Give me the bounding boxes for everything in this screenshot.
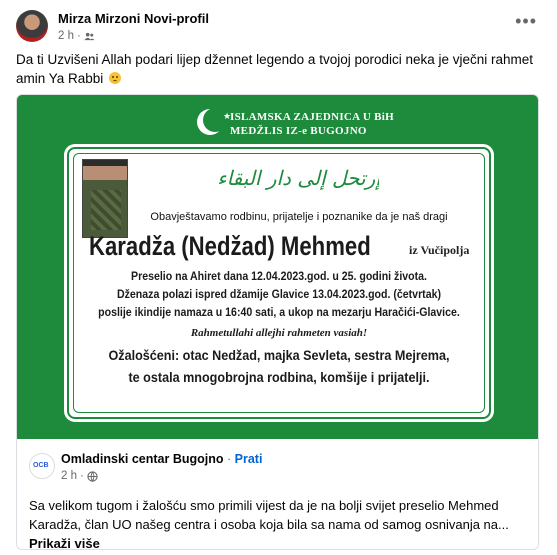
author-name[interactable]: Mirza Mirzoni Novi-profil: [58, 11, 209, 26]
arabic-text: إرتحل إلى دار البقاء: [219, 166, 379, 190]
author-avatar[interactable]: [16, 10, 48, 42]
separator: ·: [223, 452, 235, 466]
arabic-calligraphy: إرتحل إلى دار البقاء: [219, 166, 379, 190]
sad-face-emoji: [109, 72, 122, 84]
organization-line-2: MEDŽLIS IZ-e BUGOJNO: [230, 125, 367, 137]
shared-post-meta: 2 h ·: [61, 470, 98, 482]
obituary-image[interactable]: ★ ISLAMSKA ZAJEDNICA U BiH MEDŽLIS IZ-e …: [17, 95, 538, 439]
shared-post-info: Omladinski centar Bugojno · Prati 2 h · …: [17, 439, 538, 549]
shared-post-time[interactable]: 2 h: [61, 470, 77, 482]
facebook-post: Mirza Mirzoni Novi-profil 2 h · ••• Da t…: [0, 0, 557, 555]
deceased-origin: iz Vučipolja: [409, 243, 470, 257]
post-meta: 2 h ·: [58, 30, 95, 42]
shared-post-text-content: Sa velikom tugom i žalošću smo primili v…: [29, 498, 509, 532]
funeral-line: Dženaza polazi ispred džamije Glavice 13…: [116, 289, 442, 301]
obituary-header: ★ ISLAMSKA ZAJEDNICA U BiH MEDŽLIS IZ-e …: [17, 105, 538, 141]
mourners-line-2: te ostala mnogobrojna rodbina, komšije i…: [128, 369, 430, 385]
page-logo[interactable]: [29, 453, 55, 479]
globe-icon[interactable]: [87, 470, 98, 482]
deceased-name: Karadža (Nedžad) Mehmed: [89, 231, 371, 261]
death-date-line: Preselio na Ahiret dana 12.04.2023.god. …: [131, 271, 427, 283]
burial-line: poslije ikindije namaza u 16:40 sati, a …: [98, 307, 460, 319]
mourners-line-1: Ožalošćeni: otac Nedžad, majka Sevleta, …: [108, 347, 450, 363]
page-name[interactable]: Omladinski centar Bugojno: [61, 452, 224, 466]
shared-post-card[interactable]: ★ ISLAMSKA ZAJEDNICA U BiH MEDŽLIS IZ-e …: [16, 94, 539, 550]
deceased-photo: [82, 159, 128, 238]
organization-line-1: ISLAMSKA ZAJEDNICA U BiH: [230, 111, 394, 123]
see-more-link[interactable]: Prikaži više: [29, 536, 100, 549]
post-text-content: Da ti Uzvišeni Allah podari lijep dženne…: [16, 52, 534, 86]
notice-intro: Obavještavamo rodbinu, prijatelje i pozn…: [150, 211, 448, 223]
post-time[interactable]: 2 h: [58, 30, 74, 42]
obituary-notice: إرتحل إلى دار البقاء Obavještavamo rodbi…: [67, 147, 491, 419]
friends-icon[interactable]: [84, 31, 95, 42]
page-name-row: Omladinski centar Bugojno · Prati: [61, 452, 262, 466]
crescent-icon: [197, 108, 227, 135]
follow-button[interactable]: Prati: [235, 452, 263, 466]
shared-post-text: Sa velikom tugom i žalošću smo primili v…: [29, 496, 529, 549]
prayer-line: Rahmetullahi allejhi rahmeten vasiah!: [190, 327, 368, 339]
more-options-icon[interactable]: •••: [515, 12, 537, 30]
post-text: Da ti Uzvišeni Allah podari lijep dženne…: [16, 50, 536, 88]
